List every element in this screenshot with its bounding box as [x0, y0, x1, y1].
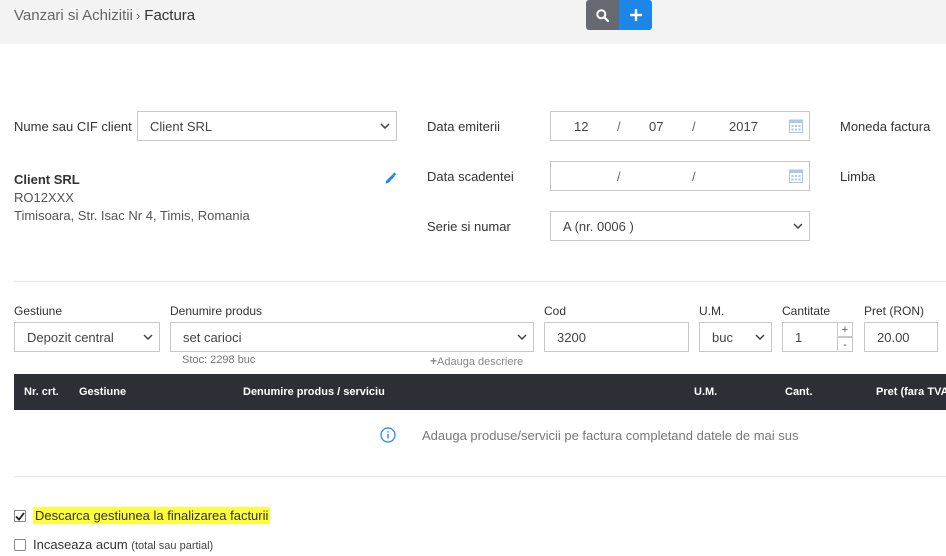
series-select[interactable]: A (nr. 0006 ) [550, 211, 810, 241]
client-cif: RO12XXX [14, 190, 74, 205]
price-label: Pret (RON) [864, 304, 924, 318]
plus-icon: + [430, 354, 438, 368]
collect-now-label[interactable]: Incaseaza acum (total sau partial) [33, 537, 213, 552]
search-button[interactable] [586, 0, 619, 30]
search-icon [596, 8, 609, 22]
column-header: Denumire produs / serviciu [243, 386, 385, 398]
unit-label: U.M. [699, 304, 725, 318]
chevron-down-icon [374, 123, 396, 129]
quantity-label: Cantitate [782, 304, 831, 318]
price-input[interactable]: 20.00 [864, 322, 938, 352]
issue-day: 12 [574, 119, 589, 134]
language-label: Limba [840, 169, 876, 184]
column-header: U.M. [694, 386, 718, 398]
empty-table-message: Adauga produse/servicii pe factura compl… [380, 427, 799, 443]
unload-stock-checkbox[interactable] [14, 510, 26, 522]
checkmark-icon [15, 511, 25, 521]
column-header: Cant. [785, 386, 813, 398]
code-input[interactable]: 3200 [544, 322, 689, 352]
client-address: Timisoara, Str. Isac Nr 4, Timis, Romani… [14, 208, 250, 223]
date-slash: / [617, 169, 621, 184]
currency-label: Moneda factura [840, 119, 931, 134]
unit-select[interactable]: buc [699, 322, 772, 352]
breadcrumb-separator: › [135, 8, 141, 23]
empty-table-text: Adauga produse/servicii pe factura compl… [422, 427, 799, 443]
collect-now-text: Incaseaza acum [33, 537, 128, 552]
warehouse-select-value: Depozit central [27, 329, 114, 345]
issue-month: 07 [649, 119, 664, 134]
product-label: Denumire produs [170, 304, 263, 318]
quantity-increment-button[interactable]: + [837, 322, 853, 337]
unit-select-value: buc [712, 329, 733, 345]
column-header: Pret (fara TVA) [876, 386, 946, 398]
add-description-label: Adauga descriere [437, 356, 524, 368]
divider [14, 476, 946, 477]
breadcrumb-parent-link[interactable]: Vanzari si Achizitii [14, 7, 133, 24]
issue-year: 2017 [729, 119, 758, 134]
column-header: Nr. crt. [24, 386, 59, 398]
divider [14, 281, 946, 282]
quantity-input[interactable]: 1 [782, 322, 838, 352]
client-select-value: Client SRL [150, 118, 213, 134]
series-label: Serie si numar [427, 219, 511, 234]
series-select-value: A (nr. 0006 ) [563, 218, 634, 234]
top-bar: Vanzari si Achizitii › Factura [0, 0, 946, 44]
chevron-down-icon [137, 334, 159, 340]
add-button[interactable] [619, 0, 652, 30]
calendar-icon[interactable] [789, 118, 803, 136]
code-input-value: 3200 [557, 329, 586, 345]
page-title: Factura [144, 7, 196, 24]
chevron-down-icon [787, 223, 809, 229]
price-input-value: 20.00 [877, 329, 910, 345]
chevron-down-icon [749, 334, 771, 340]
warehouse-select[interactable]: Depozit central [14, 322, 160, 352]
due-date-label: Data scadentei [427, 169, 514, 184]
pencil-icon[interactable] [384, 172, 397, 188]
column-header: Gestiune [79, 386, 127, 398]
date-slash: / [692, 119, 696, 134]
product-select[interactable]: set carioci [170, 322, 534, 352]
plus-icon [629, 9, 642, 21]
date-slash: / [617, 119, 621, 134]
product-select-value: set carioci [183, 329, 242, 345]
chevron-down-icon [511, 334, 533, 340]
quantity-decrement-button[interactable]: - [837, 337, 853, 352]
warehouse-label: Gestiune [14, 304, 63, 318]
add-description-link[interactable]: +Adauga descriere [430, 354, 523, 368]
issue-date-input[interactable]: 12 / 07 / 2017 [550, 111, 810, 141]
collect-now-hint: (total sau partial) [131, 540, 214, 552]
client-name: Client SRL [14, 172, 80, 187]
info-icon [380, 427, 396, 443]
quantity-input-value: 1 [795, 329, 803, 345]
calendar-icon[interactable] [789, 168, 803, 186]
code-label: Cod [544, 304, 567, 318]
products-table-header: Nr. crt. Gestiune Denumire produs / serv… [14, 374, 946, 410]
client-label: Nume sau CIF client [14, 119, 132, 134]
date-slash: / [692, 169, 696, 184]
unload-stock-label[interactable]: Descarca gestiunea la finalizarea factur… [33, 507, 271, 524]
client-select[interactable]: Client SRL [137, 111, 397, 141]
stock-info: Stoc: 2298 buc [182, 354, 256, 366]
issue-date-label: Data emiterii [427, 119, 500, 134]
collect-now-checkbox[interactable] [14, 539, 26, 551]
breadcrumb: Vanzari si Achizitii › Factura [14, 7, 195, 24]
due-date-input[interactable]: / / [550, 161, 810, 191]
